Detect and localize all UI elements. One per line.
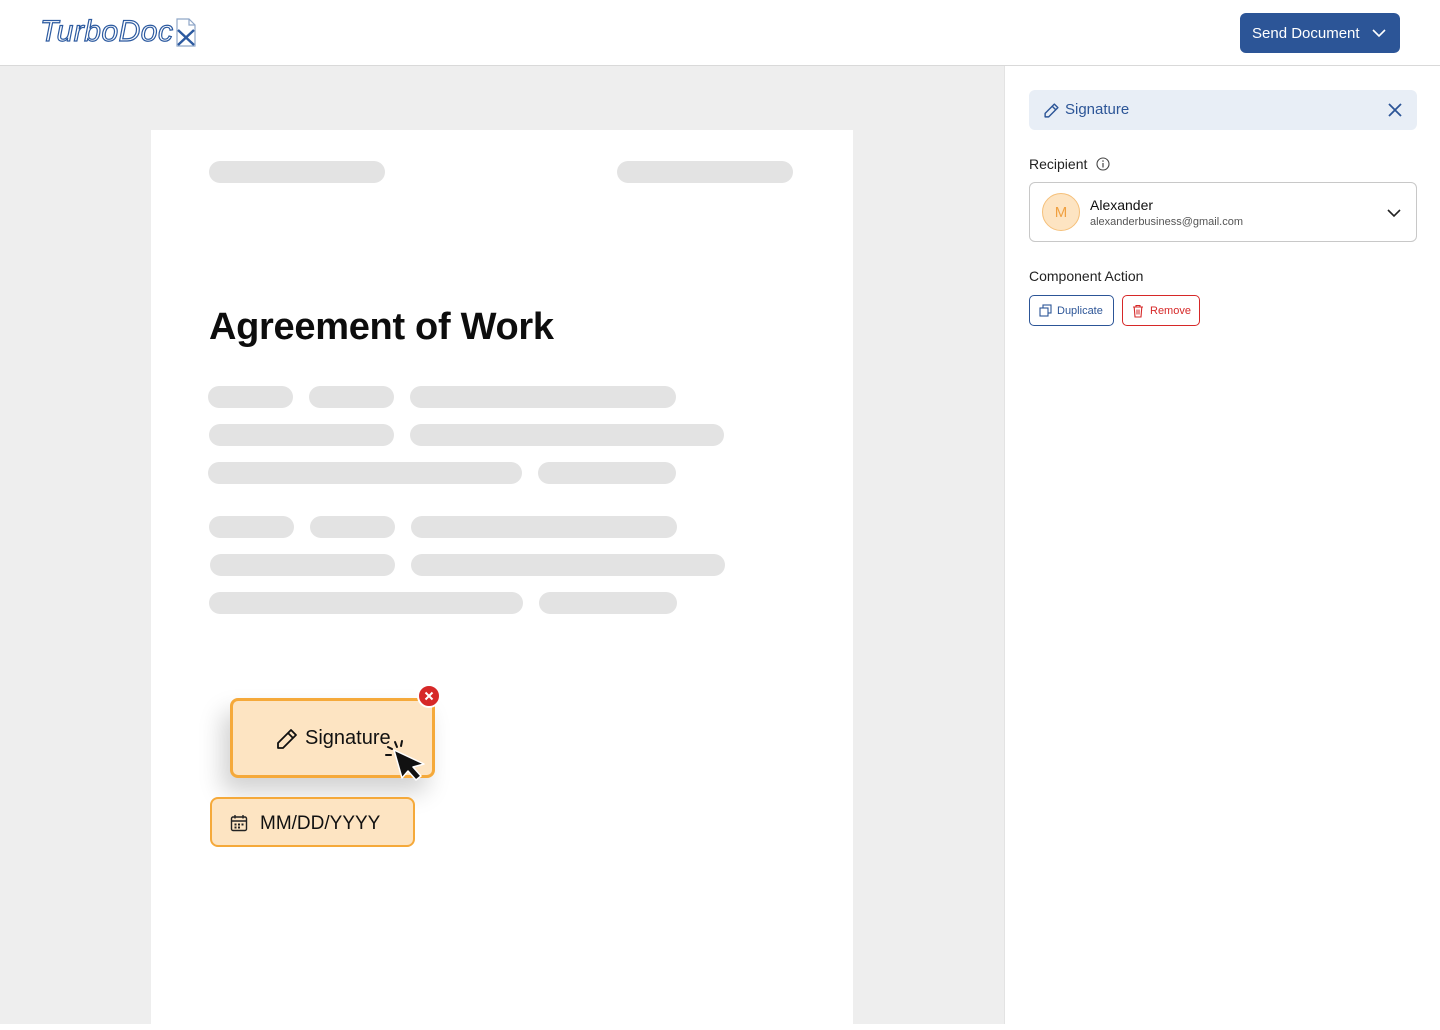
send-document-label: Send Document — [1252, 24, 1360, 42]
close-icon — [424, 691, 434, 701]
recipient-name: Alexander — [1090, 197, 1154, 213]
remove-field-button[interactable] — [417, 684, 441, 708]
panel-header: Signature — [1029, 90, 1417, 130]
calendar-icon — [230, 815, 248, 832]
component-action-label: Component Action — [1029, 268, 1144, 284]
top-bar: TurboDoc Send Document — [0, 0, 1440, 66]
text-placeholder — [309, 386, 394, 408]
text-placeholder — [209, 516, 294, 538]
pencil-icon — [277, 729, 297, 749]
signature-field-label: Signature — [305, 727, 391, 749]
text-placeholder — [410, 386, 676, 408]
properties-panel: Signature Recipient M Alexander alexande… — [1004, 66, 1440, 1024]
avatar: M — [1042, 193, 1080, 231]
trash-icon — [1133, 304, 1143, 318]
close-panel-icon[interactable] — [1387, 102, 1403, 118]
copy-icon — [1039, 304, 1052, 317]
duplicate-button[interactable]: Duplicate — [1029, 295, 1114, 326]
send-document-button[interactable]: Send Document — [1240, 13, 1400, 53]
remove-label: Remove — [1150, 305, 1191, 317]
recipient-label: Recipient — [1029, 156, 1088, 172]
text-placeholder — [209, 424, 394, 446]
document-page: Agreement of Work Signature MM/DD/YYYY — [151, 130, 853, 1030]
panel-title: Signature — [1065, 101, 1130, 118]
text-placeholder — [538, 462, 676, 484]
text-placeholder — [210, 554, 395, 576]
text-placeholder — [209, 592, 523, 614]
recipient-select[interactable]: M Alexander alexanderbusiness@gmail.com — [1029, 182, 1417, 242]
recipient-email: alexanderbusiness@gmail.com — [1090, 216, 1244, 228]
duplicate-label: Duplicate — [1057, 305, 1103, 317]
mouse-pointer-click-icon — [385, 740, 425, 781]
header-placeholder-left — [209, 161, 385, 183]
logo-document-icon — [175, 18, 197, 48]
text-placeholder — [410, 424, 724, 446]
logo-text: TurboDoc — [39, 14, 174, 48]
text-placeholder — [539, 592, 677, 614]
chevron-down-icon — [1387, 209, 1401, 218]
date-field[interactable]: MM/DD/YYYY — [210, 797, 415, 847]
text-placeholder — [411, 554, 725, 576]
chevron-down-icon — [1372, 29, 1386, 38]
info-icon[interactable] — [1096, 157, 1110, 171]
text-placeholder — [208, 462, 522, 484]
document-canvas: Agreement of Work Signature MM/DD/YYYY — [0, 66, 1004, 1030]
text-placeholder — [411, 516, 677, 538]
text-placeholder — [208, 386, 293, 408]
document-title: Agreement of Work — [209, 306, 554, 348]
logo[interactable]: TurboDoc — [39, 14, 197, 50]
remove-button[interactable]: Remove — [1122, 295, 1200, 326]
pencil-icon — [1044, 103, 1059, 118]
text-placeholder — [310, 516, 395, 538]
header-placeholder-right — [617, 161, 793, 183]
date-field-label: MM/DD/YYYY — [260, 813, 381, 834]
